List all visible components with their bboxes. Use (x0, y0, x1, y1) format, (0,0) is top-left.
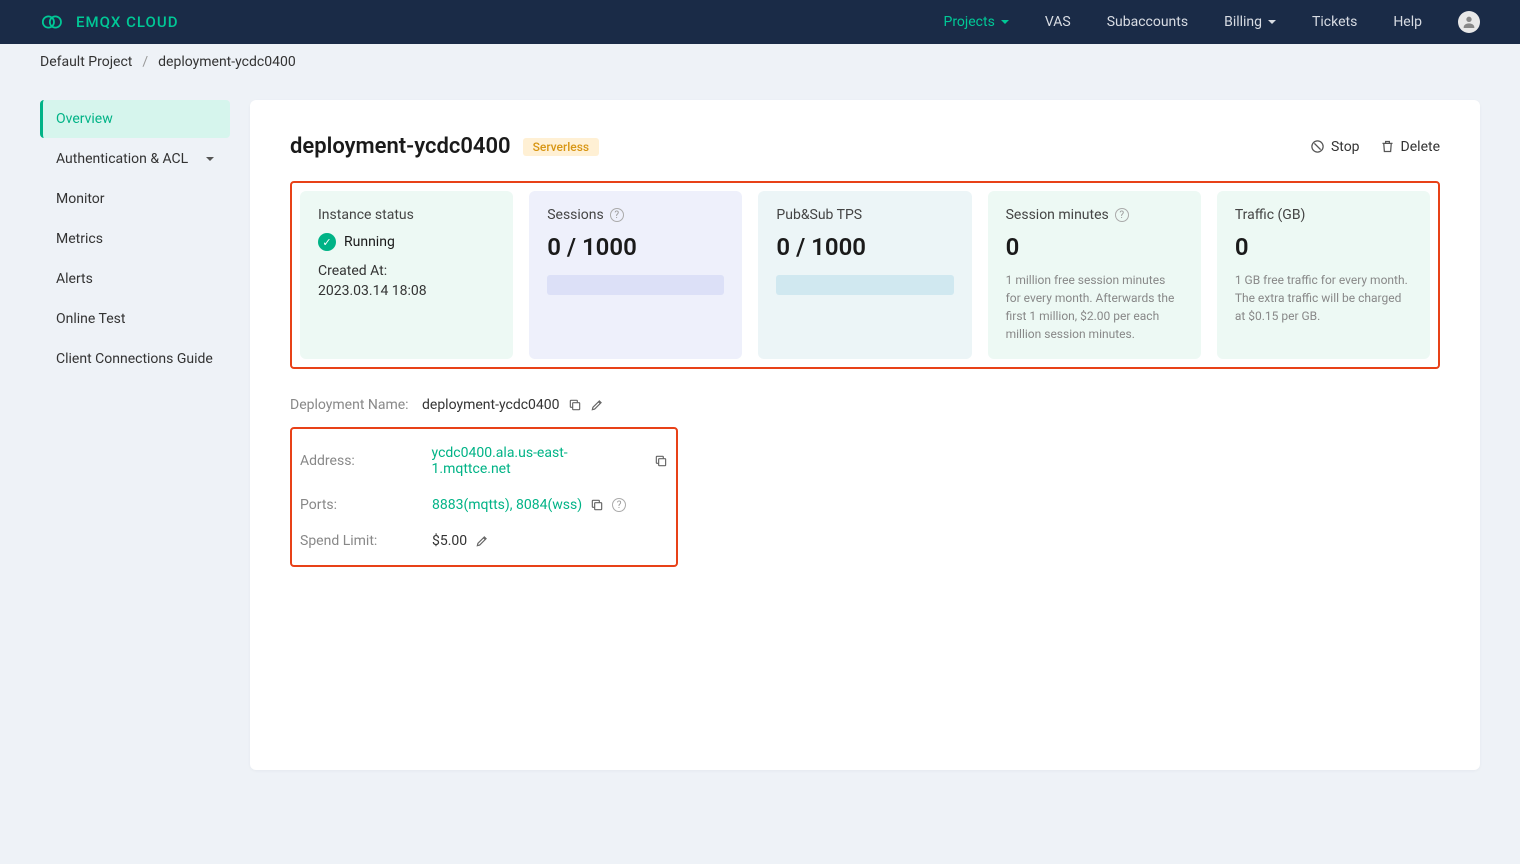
detail-deployment-name: Deployment Name: deployment-ycdc0400 (290, 389, 1440, 421)
status-running: ✓ Running (318, 233, 495, 251)
stat-instance-status: Instance status ✓ Running Created At: 20… (300, 191, 513, 359)
stop-button[interactable]: Stop (1310, 139, 1360, 155)
sidebar-item-metrics[interactable]: Metrics (40, 220, 230, 258)
chevron-down-icon (206, 157, 214, 161)
nav-tickets[interactable]: Tickets (1312, 14, 1357, 30)
top-nav: Projects VAS Subaccounts Billing Tickets… (943, 11, 1480, 33)
sessions-value: 0 / 1000 (547, 233, 724, 261)
detail-value: ycdc0400.ala.us-east-1.mqttce.net (432, 445, 668, 477)
created-at-label: Created At: (318, 263, 495, 279)
sidebar-item-auth[interactable]: Authentication & ACL (40, 140, 230, 178)
top-header: EMQX CLOUD Projects VAS Subaccounts Bill… (0, 0, 1520, 44)
detail-ports: Ports: 8883(mqtts), 8084(wss) ? (300, 487, 668, 523)
sidebar-item-guide[interactable]: Client Connections Guide (40, 340, 230, 378)
detail-address: Address: ycdc0400.ala.us-east-1.mqttce.n… (300, 435, 668, 487)
sessions-progress-bar (547, 275, 724, 295)
detail-label: Deployment Name: (290, 397, 422, 413)
stats-row: Instance status ✓ Running Created At: 20… (290, 181, 1440, 369)
copy-icon[interactable] (568, 398, 582, 412)
nav-billing[interactable]: Billing (1224, 14, 1276, 30)
stat-label: Session minutes ? (1006, 207, 1183, 223)
detail-label: Address: (300, 453, 432, 469)
detail-value: $5.00 (432, 533, 489, 549)
main-panel: deployment-ycdc0400 Serverless Stop Dele… (250, 100, 1480, 770)
stat-label: Sessions ? (547, 207, 724, 223)
connection-info-box: Address: ycdc0400.ala.us-east-1.mqttce.n… (290, 427, 678, 567)
breadcrumb-separator: / (142, 54, 148, 70)
copy-icon[interactable] (654, 454, 668, 468)
breadcrumb-current: deployment-ycdc0400 (158, 54, 296, 70)
delete-button[interactable]: Delete (1380, 139, 1440, 155)
serverless-badge: Serverless (523, 138, 599, 156)
status-dot-icon: ✓ (318, 233, 336, 251)
detail-label: Spend Limit: (300, 533, 432, 549)
sidebar-item-online-test[interactable]: Online Test (40, 300, 230, 338)
title-row: deployment-ycdc0400 Serverless Stop Dele… (290, 134, 1440, 159)
minutes-value: 0 (1006, 233, 1183, 261)
chevron-down-icon (1001, 20, 1009, 24)
title-actions: Stop Delete (1310, 139, 1440, 155)
help-icon[interactable]: ? (1115, 208, 1129, 222)
user-icon (1461, 14, 1477, 30)
copy-icon[interactable] (590, 498, 604, 512)
breadcrumb: Default Project / deployment-ycdc0400 (0, 44, 1520, 80)
sidebar-item-alerts[interactable]: Alerts (40, 260, 230, 298)
help-icon[interactable]: ? (612, 498, 626, 512)
sidebar-item-monitor[interactable]: Monitor (40, 180, 230, 218)
tps-progress-bar (776, 275, 953, 295)
nav-projects[interactable]: Projects (943, 14, 1008, 30)
brand-logo[interactable]: EMQX CLOUD (40, 13, 179, 31)
minutes-description: 1 million free session minutes for every… (1006, 271, 1183, 343)
created-at-value: 2023.03.14 18:08 (318, 283, 495, 299)
brand-text: EMQX CLOUD (76, 13, 179, 31)
sidebar-item-overview[interactable]: Overview (40, 100, 230, 138)
stop-icon (1310, 139, 1325, 154)
title-left: deployment-ycdc0400 Serverless (290, 134, 599, 159)
breadcrumb-root[interactable]: Default Project (40, 54, 132, 70)
chevron-down-icon (1268, 20, 1276, 24)
stat-tps: Pub&Sub TPS 0 / 1000 (758, 191, 971, 359)
nav-subaccounts[interactable]: Subaccounts (1107, 14, 1188, 30)
help-icon[interactable]: ? (610, 208, 624, 222)
user-avatar[interactable] (1458, 11, 1480, 33)
stat-label: Instance status (318, 207, 495, 223)
sidebar: Overview Authentication & ACL Monitor Me… (0, 100, 230, 770)
detail-spend-limit: Spend Limit: $5.00 (300, 523, 668, 559)
edit-icon[interactable] (590, 398, 604, 412)
stat-session-minutes: Session minutes ? 0 1 million free sessi… (988, 191, 1201, 359)
stat-sessions: Sessions ? 0 / 1000 (529, 191, 742, 359)
nav-help[interactable]: Help (1393, 14, 1422, 30)
status-text: Running (344, 234, 395, 250)
stat-traffic: Traffic (GB) 0 1 GB free traffic for eve… (1217, 191, 1430, 359)
trash-icon (1380, 139, 1395, 154)
emqx-logo-icon (40, 13, 68, 31)
detail-value: 8883(mqtts), 8084(wss) ? (432, 497, 626, 513)
edit-icon[interactable] (475, 534, 489, 548)
stat-label: Pub&Sub TPS (776, 207, 953, 223)
stat-label: Traffic (GB) (1235, 207, 1412, 223)
traffic-description: 1 GB free traffic for every month. The e… (1235, 271, 1412, 325)
nav-vas[interactable]: VAS (1045, 14, 1071, 30)
main-layout: Overview Authentication & ACL Monitor Me… (0, 80, 1520, 790)
traffic-value: 0 (1235, 233, 1412, 261)
page-title: deployment-ycdc0400 (290, 134, 511, 159)
tps-value: 0 / 1000 (776, 233, 953, 261)
detail-value: deployment-ycdc0400 (422, 397, 604, 413)
detail-label: Ports: (300, 497, 432, 513)
